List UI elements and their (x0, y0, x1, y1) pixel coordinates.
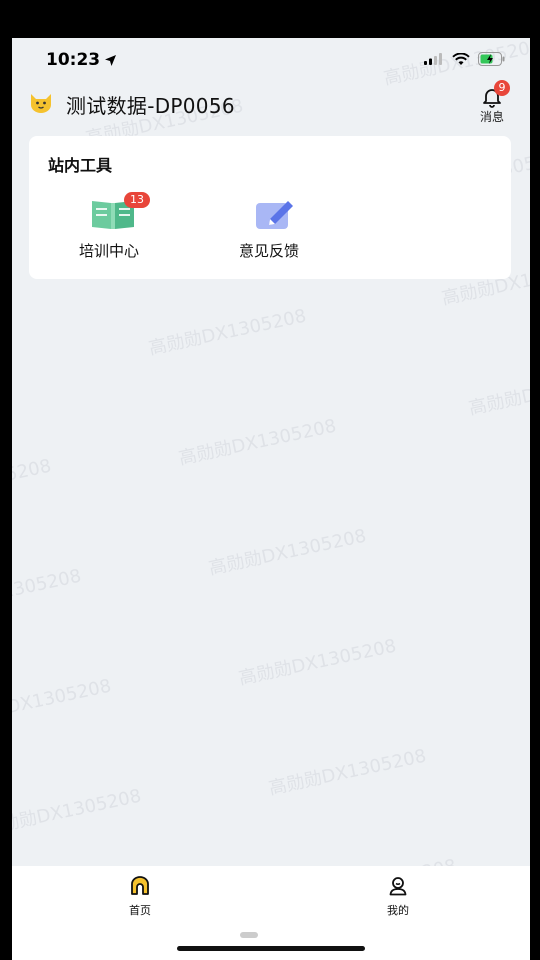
message-count-badge: 9 (494, 80, 510, 96)
battery-charging-icon (478, 52, 505, 66)
wifi-icon (452, 52, 470, 65)
watermark: 高勋勋DX1305208 (12, 675, 114, 730)
watermark: 高勋勋DX1305208 (12, 455, 54, 510)
training-count-badge: 13 (124, 192, 150, 208)
card-title: 站内工具 (48, 156, 113, 175)
tab-label: 我的 (387, 904, 409, 917)
cellular-signal-icon (424, 53, 442, 65)
status-time: 10:23 (46, 50, 117, 70)
watermark: 高勋勋DX1305208 (12, 565, 84, 620)
page-title: 测试数据-DP0056 (66, 94, 235, 118)
profile-icon (389, 877, 407, 896)
tool-feedback[interactable]: 意见反馈 (214, 194, 324, 264)
page-indicator (240, 932, 258, 938)
tool-label: 意见反馈 (238, 242, 299, 260)
messages-button[interactable]: 9 消息 (472, 80, 512, 128)
tool-training-center[interactable]: 13 培训中心 (54, 192, 164, 264)
home-indicator[interactable] (177, 946, 365, 951)
messages-label: 消息 (479, 110, 504, 124)
watermark: 高勋勋DX1305208 (266, 745, 429, 800)
tab-home[interactable]: 首页 (100, 876, 180, 922)
status-bar: 10:23 (12, 38, 530, 82)
watermark: 高勋勋DX1305208 (466, 365, 530, 420)
app-screen: 高勋勋DX1305208 高勋勋DX1305208 高勋勋DX1305208 高… (12, 38, 530, 960)
watermark: 高勋勋DX1305208 (236, 635, 399, 690)
status-time-text: 10:23 (46, 50, 101, 70)
app-header: 测试数据-DP0056 9 消息 (12, 80, 530, 130)
bottom-tab-bar: 首页 我的 (12, 866, 530, 960)
site-tools-card: 站内工具 13 培训中心 意见反馈 (29, 136, 511, 279)
watermark: 高勋勋DX1305208 (146, 305, 309, 360)
feedback-edit-icon (256, 201, 293, 229)
tool-label: 培训中心 (78, 242, 139, 260)
watermark: 高勋勋DX1305208 (176, 415, 339, 470)
location-arrow-icon (105, 54, 117, 66)
watermark: 高勋勋DX1305208 (206, 525, 369, 580)
tab-profile[interactable]: 我的 (358, 876, 438, 922)
status-indicators (424, 52, 506, 66)
home-icon (131, 876, 149, 895)
cat-logo-icon (31, 94, 51, 113)
watermark: 高勋勋DX1305208 (12, 785, 144, 840)
tab-label: 首页 (129, 904, 151, 917)
